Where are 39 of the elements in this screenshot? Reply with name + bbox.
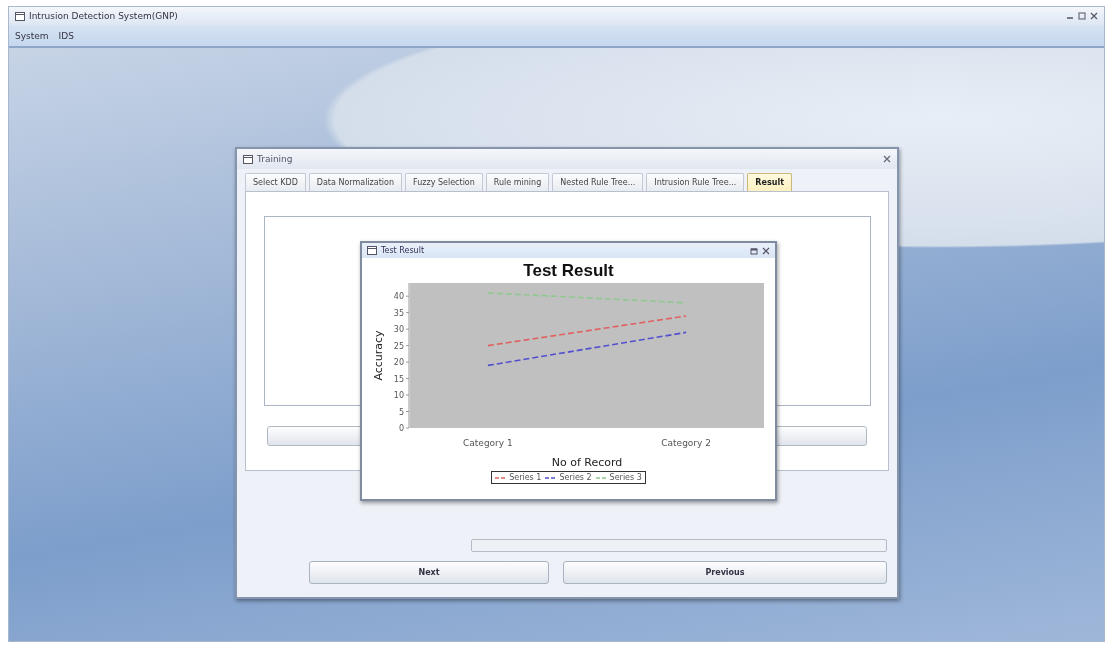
axis-tick-label: 25 xyxy=(393,341,404,351)
axis-tick-label: Category 2 xyxy=(661,438,711,448)
maximize-icon[interactable] xyxy=(1078,12,1086,20)
dialog-title: Training xyxy=(257,154,293,164)
close-icon[interactable] xyxy=(883,155,891,163)
legend-label: Series 2 xyxy=(559,473,592,482)
tab[interactable]: Result xyxy=(747,173,792,191)
tab[interactable]: Nested Rule Tree... xyxy=(552,173,644,191)
tab[interactable]: Fuzzy Selection xyxy=(405,173,483,191)
axis-tick-label: 20 xyxy=(393,358,404,368)
axis-tick-label: 5 xyxy=(398,407,404,417)
chart-window-title: Test Result xyxy=(381,246,424,255)
tab[interactable]: Data Normalization xyxy=(308,173,403,191)
window-icon xyxy=(367,246,377,255)
chart-title: Test Result xyxy=(523,261,614,281)
axis-tick-label: Category 1 xyxy=(463,438,513,448)
close-icon[interactable] xyxy=(1090,12,1098,20)
menu-item[interactable]: IDS xyxy=(58,30,74,41)
window-title: Intrusion Detection System(GNP) xyxy=(29,11,178,21)
y-axis-label: Accuracy xyxy=(372,330,385,381)
axis-tick-label: 35 xyxy=(393,308,404,318)
next-button[interactable]: Next xyxy=(309,561,549,584)
tab[interactable]: Rule mining xyxy=(485,173,550,191)
previous-button[interactable]: Previous xyxy=(563,561,887,584)
legend-label: Series 3 xyxy=(609,473,642,482)
axis-tick-label: 15 xyxy=(393,374,404,384)
tab[interactable]: Select KDD xyxy=(245,173,306,191)
axis-tick-label: 40 xyxy=(393,292,404,302)
legend-label: Series 1 xyxy=(509,473,542,482)
axis-tick-label: 30 xyxy=(393,325,404,335)
menu-item[interactable]: System xyxy=(15,30,49,41)
axis-tick-label: 0 xyxy=(398,424,404,433)
axis-tick-label: 10 xyxy=(393,391,404,401)
restore-icon[interactable] xyxy=(750,246,758,255)
x-axis-label: No of Record xyxy=(551,456,623,469)
close-icon[interactable] xyxy=(762,246,770,255)
window-icon xyxy=(15,11,25,21)
tab[interactable]: Intrusion Rule Tree... xyxy=(646,173,745,191)
window-icon xyxy=(243,154,253,164)
